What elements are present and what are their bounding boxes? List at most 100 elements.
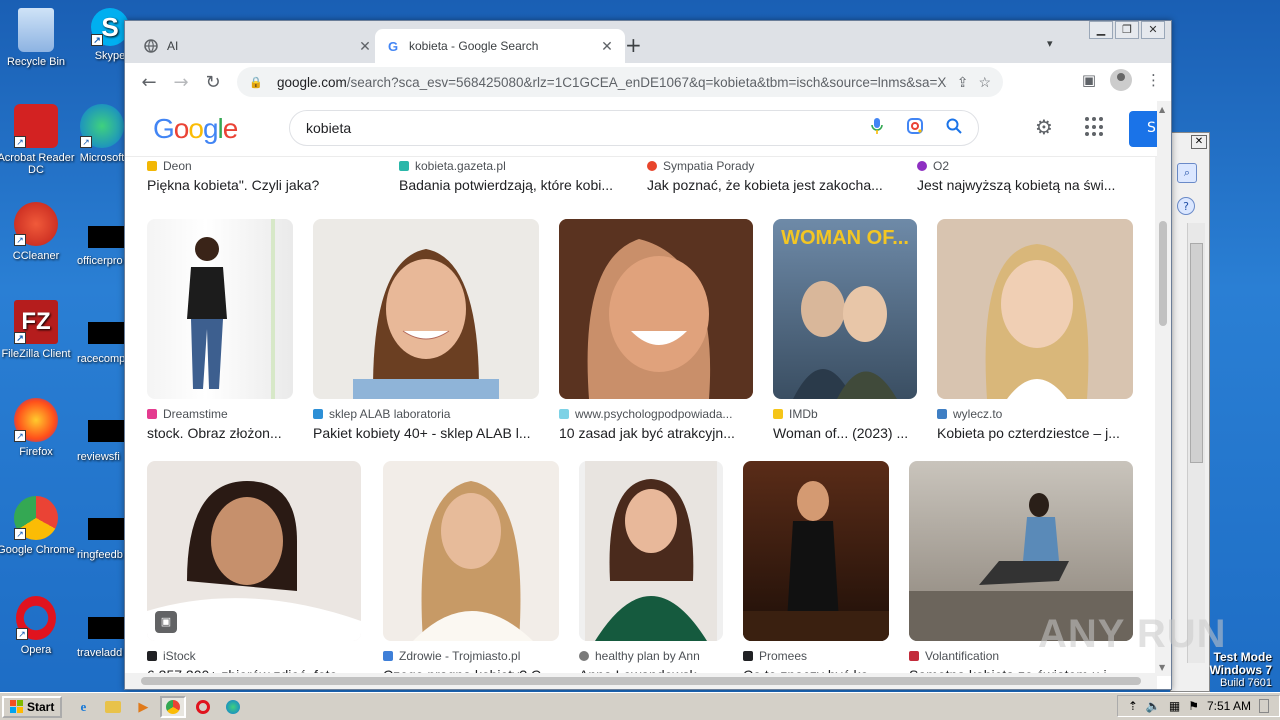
acrobat-shortcut[interactable]: ↗ Acrobat Reader DC	[0, 104, 76, 176]
result-image[interactable]: ▣	[147, 461, 361, 641]
chevron-down-icon[interactable]: ▾	[1047, 37, 1053, 50]
help-icon[interactable]: ?	[1177, 197, 1195, 215]
url-path: /search?sca_esv=568425080&rlz=1C1GCEA_en…	[346, 74, 947, 90]
image-result[interactable]: Dreamstime stock. Obraz złożon...	[147, 219, 293, 441]
back-button[interactable]: ←	[133, 66, 165, 98]
edge-shortcut[interactable]: ↗ Microsoft	[72, 104, 132, 164]
close-window-button[interactable]: ✕	[1141, 21, 1165, 39]
tab-google-search[interactable]: G kobieta - Google Search ✕	[375, 29, 625, 63]
clock[interactable]: 7:51 AM	[1207, 699, 1251, 713]
opera-shortcut[interactable]: ↗ Opera	[0, 596, 76, 656]
scrollbar-thumb[interactable]	[1190, 243, 1203, 463]
media-player-icon[interactable]: ▶	[130, 696, 156, 718]
search-input[interactable]: kobieta	[289, 110, 979, 146]
firefox-shortcut[interactable]: ↗ Firefox	[0, 398, 76, 458]
image-result[interactable]: sklep ALAB laboratoria Pakiet kobiety 40…	[313, 219, 539, 441]
tab-strip: AI ✕ G kobieta - Google Search ✕ + ▾ ▁ ❐…	[125, 21, 1171, 63]
file-icon[interactable]	[88, 226, 124, 248]
network-icon[interactable]: ▦	[1169, 699, 1180, 713]
file-icon[interactable]	[88, 518, 124, 540]
result-title[interactable]: Badania potwierdzają, które kobi...	[399, 177, 627, 193]
maximize-button[interactable]: ❐	[1115, 21, 1139, 39]
result-title[interactable]: 10 zasad jak być atrakcyjn...	[559, 425, 753, 441]
edge-taskbar-icon[interactable]	[220, 696, 246, 718]
result-title[interactable]: Jest najwyższą kobietą na świ...	[917, 177, 1129, 193]
show-desktop-icon[interactable]	[1259, 699, 1269, 713]
new-tab-button[interactable]: +	[625, 35, 642, 55]
ie-icon[interactable]: e	[70, 696, 96, 718]
lens-camera-icon[interactable]	[906, 117, 924, 140]
ccleaner-shortcut[interactable]: ↗ CCleaner	[0, 202, 76, 262]
result-image[interactable]	[383, 461, 559, 641]
result-image[interactable]	[559, 219, 753, 399]
lock-icon[interactable]: 🔒	[249, 76, 267, 89]
result-title[interactable]: Kobieta po czterdziestce – j...	[937, 425, 1133, 441]
file-icon[interactable]	[88, 322, 124, 344]
result-title[interactable]: Jak poznać, że kobieta jest zakocha...	[647, 177, 893, 193]
firefox-icon: ↗	[14, 398, 58, 442]
scrollbar[interactable]	[1187, 223, 1205, 663]
address-bar[interactable]: 🔒 google.com/search?sca_esv=568425080&rl…	[237, 67, 1003, 97]
share-icon[interactable]: ⇪	[957, 74, 969, 91]
result-source: Zdrowie - Trojmiasto.pl	[399, 649, 521, 663]
google-logo[interactable]: Google	[153, 113, 238, 145]
scroll-up-arrow[interactable]: ▲	[1159, 105, 1165, 114]
tab-ai[interactable]: AI ✕	[133, 29, 383, 63]
bookmark-star-icon[interactable]: ☆	[978, 74, 991, 91]
result-title[interactable]: Pakiet kobiety 40+ - sklep ALAB l...	[313, 425, 539, 441]
recycle-bin-icon[interactable]: Recycle Bin	[0, 8, 76, 68]
result-title[interactable]: stock. Obraz złożon...	[147, 425, 293, 441]
file-icon[interactable]	[88, 420, 124, 442]
folder-icon[interactable]	[100, 696, 126, 718]
microphone-icon[interactable]	[870, 117, 884, 140]
source-favicon	[313, 409, 323, 419]
close-icon[interactable]: ✕	[357, 38, 373, 55]
close-button[interactable]: ✕	[1191, 135, 1207, 149]
result-image[interactable]	[743, 461, 889, 641]
image-result[interactable]: WOMAN OF... IMDb Woman of... (2023) ...	[773, 219, 917, 441]
scroll-down-arrow[interactable]: ▼	[1159, 663, 1165, 672]
forward-button[interactable]: →	[165, 66, 197, 98]
chevron-up-icon[interactable]: ⇡	[1128, 699, 1138, 713]
menu-kebab-icon[interactable]: ⋮	[1146, 71, 1161, 89]
volume-icon[interactable]: 🔈	[1146, 699, 1161, 713]
flag-icon[interactable]: ⚑	[1188, 699, 1199, 713]
chrome-taskbar-icon[interactable]	[160, 695, 187, 718]
close-icon[interactable]: ✕	[599, 38, 615, 55]
image-result[interactable]: ▣ iStock 6 357 200+ zbiorów zdjęć, foto.…	[147, 461, 361, 683]
scrollbar-thumb[interactable]	[1159, 221, 1167, 326]
gear-icon[interactable]: ⚙	[1035, 115, 1053, 139]
search-icon[interactable]: ⌕	[1177, 163, 1197, 183]
result-image[interactable]	[579, 461, 723, 641]
desktop-icon-label: CCleaner	[12, 250, 60, 262]
sign-in-button[interactable]: S	[1129, 111, 1157, 147]
image-result[interactable]: Zdrowie - Trojmiasto.pl Czego pragną kob…	[383, 461, 559, 683]
profile-avatar-icon[interactable]	[1110, 69, 1132, 91]
apps-grid-icon[interactable]	[1085, 117, 1105, 137]
tab-title: kobieta - Google Search	[409, 39, 539, 53]
result-image[interactable]	[147, 219, 293, 399]
edge-icon: ↗	[80, 104, 124, 148]
chrome-window: AI ✕ G kobieta - Google Search ✕ + ▾ ▁ ❐…	[124, 20, 1172, 690]
scrollbar-thumb[interactable]	[141, 677, 1141, 685]
image-result[interactable]: wylecz.to Kobieta po czterdziestce – j..…	[937, 219, 1133, 441]
image-result[interactable]: healthy plan by Ann Anna Lewandowsk...	[579, 461, 723, 683]
filezilla-shortcut[interactable]: FZ ↗ FileZilla Client	[0, 300, 76, 360]
result-image[interactable]	[313, 219, 539, 399]
file-icon[interactable]	[88, 617, 124, 639]
minimize-button[interactable]: ▁	[1089, 21, 1113, 39]
search-icon[interactable]	[946, 118, 962, 139]
horizontal-scrollbar[interactable]	[125, 673, 1157, 689]
result-image[interactable]: WOMAN OF...	[773, 219, 917, 399]
opera-taskbar-icon[interactable]	[190, 696, 216, 718]
image-result[interactable]: www.psychologpodpowiada... 10 zasad jak …	[559, 219, 753, 441]
start-button[interactable]: Start	[2, 695, 63, 718]
side-panel-icon[interactable]: ▣	[1082, 71, 1096, 89]
result-title[interactable]: Woman of... (2023) ...	[773, 425, 917, 441]
result-image[interactable]	[937, 219, 1133, 399]
reload-button[interactable]: ↻	[197, 66, 229, 98]
image-result[interactable]: Promees Co to znaczy być ko...	[743, 461, 889, 683]
result-title[interactable]: Piękna kobieta". Czyli jaka?	[147, 177, 377, 193]
chrome-shortcut[interactable]: ↗ Google Chrome	[0, 496, 76, 556]
page-scrollbar[interactable]: ▲ ▼	[1155, 101, 1171, 676]
